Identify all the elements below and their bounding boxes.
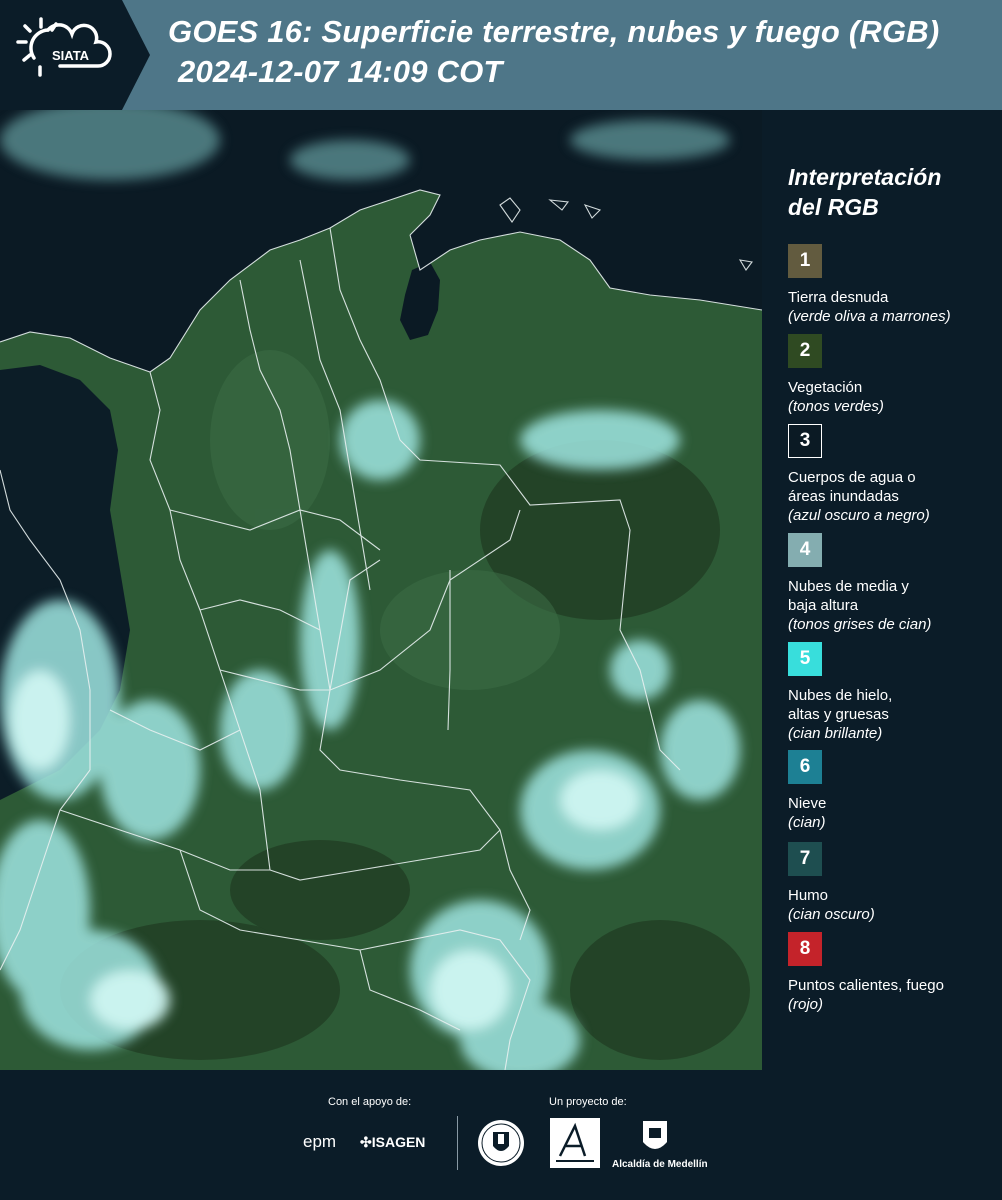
legend-item-3: 3 Cuerpos de agua o áreas inundadas (azu… [788,424,998,525]
footer: Con el apoyo de: Un proyecto de: epm ✣IS… [0,1070,1002,1200]
footer-divider [457,1116,458,1170]
legend-item-1: 1 Tierra desnuda (verde oliva a marrones… [788,244,998,326]
area-metropolitana-icon [556,1122,594,1162]
legend-swatch-6: 6 [788,750,822,784]
support-label: Con el apoyo de: [328,1096,412,1108]
legend-title: Interpretación del RGB [788,162,988,222]
isagen-logo-text: ISAGEN [371,1134,426,1150]
legend-note-5: (cian brillante) [788,725,883,742]
legend-title-line-1: Interpretación [788,164,942,190]
legend-swatch-2: 2 [788,334,822,368]
legend-label-2: Vegetación [788,379,863,396]
legend-title-line-2: del RGB [788,194,879,220]
legend-note-4: (tonos grises de cian) [788,616,932,633]
legend-label-5: Nubes de hielo, altas y gruesas [788,687,893,723]
legend-note-3: (azul oscuro a negro) [788,507,930,524]
legend-item-7: 7 Humo (cian oscuro) [788,842,998,924]
legend-label-8: Puntos calientes, fuego [788,977,944,994]
project-label: Un proyecto de: [549,1096,627,1108]
siata-logo: SIATA [0,0,150,110]
legend-item-4: 4 Nubes de media y baja altura (tonos gr… [788,533,998,634]
legend-item-2: 2 Vegetación (tonos verdes) [788,334,998,416]
legend-label-6: Nieve [788,795,827,812]
legend-swatch-3: 3 [788,424,822,458]
title-line-2: 2024-12-07 14:09 COT [178,54,503,89]
svg-text:SIATA: SIATA [52,48,90,63]
seal-icon [478,1120,524,1166]
header-bar: SIATA GOES 16: Superficie terrestre, nub… [0,0,1002,110]
legend-panel: Interpretación del RGB 1 Tierra desnuda … [772,110,1002,1070]
legend-note-6: (cian) [788,814,826,831]
legend-item-8: 8 Puntos calientes, fuego (rojo) [788,932,998,1014]
legend-swatch-5: 5 [788,642,822,676]
alcaldia-shield-icon [643,1121,667,1149]
epm-logo: epm [303,1132,337,1151]
legend-label-1: Tierra desnuda [788,289,889,306]
legend-note-2: (tonos verdes) [788,398,884,415]
legend-item-5: 5 Nubes de hielo, altas y gruesas (cian … [788,642,998,743]
satellite-map [0,110,762,1070]
legend-item-6: 6 Nieve (cian) [788,750,998,832]
legend-label-7: Humo [788,887,829,904]
legend-note-7: (cian oscuro) [788,906,875,923]
legend-note-1: (verde oliva a marrones) [788,308,951,325]
legend-swatch-4: 4 [788,533,822,567]
legend-label-4: Nubes de media y baja altura [788,578,909,614]
alcaldia-label: Alcaldía de Medellín [612,1159,708,1170]
area-metropolitana-logo [550,1118,600,1168]
legend-swatch-7: 7 [788,842,822,876]
isagen-logo: ✣ISAGEN [360,1134,425,1151]
legend-note-8: (rojo) [788,996,824,1013]
legend-swatch-8: 8 [788,932,822,966]
legend-swatch-1: 1 [788,244,822,278]
title-line-1: GOES 16: Superficie terrestre, nubes y f… [168,14,940,49]
legend-label-3: Cuerpos de agua o áreas inundadas [788,469,916,505]
isagen-icon: ✣ [360,1134,372,1150]
